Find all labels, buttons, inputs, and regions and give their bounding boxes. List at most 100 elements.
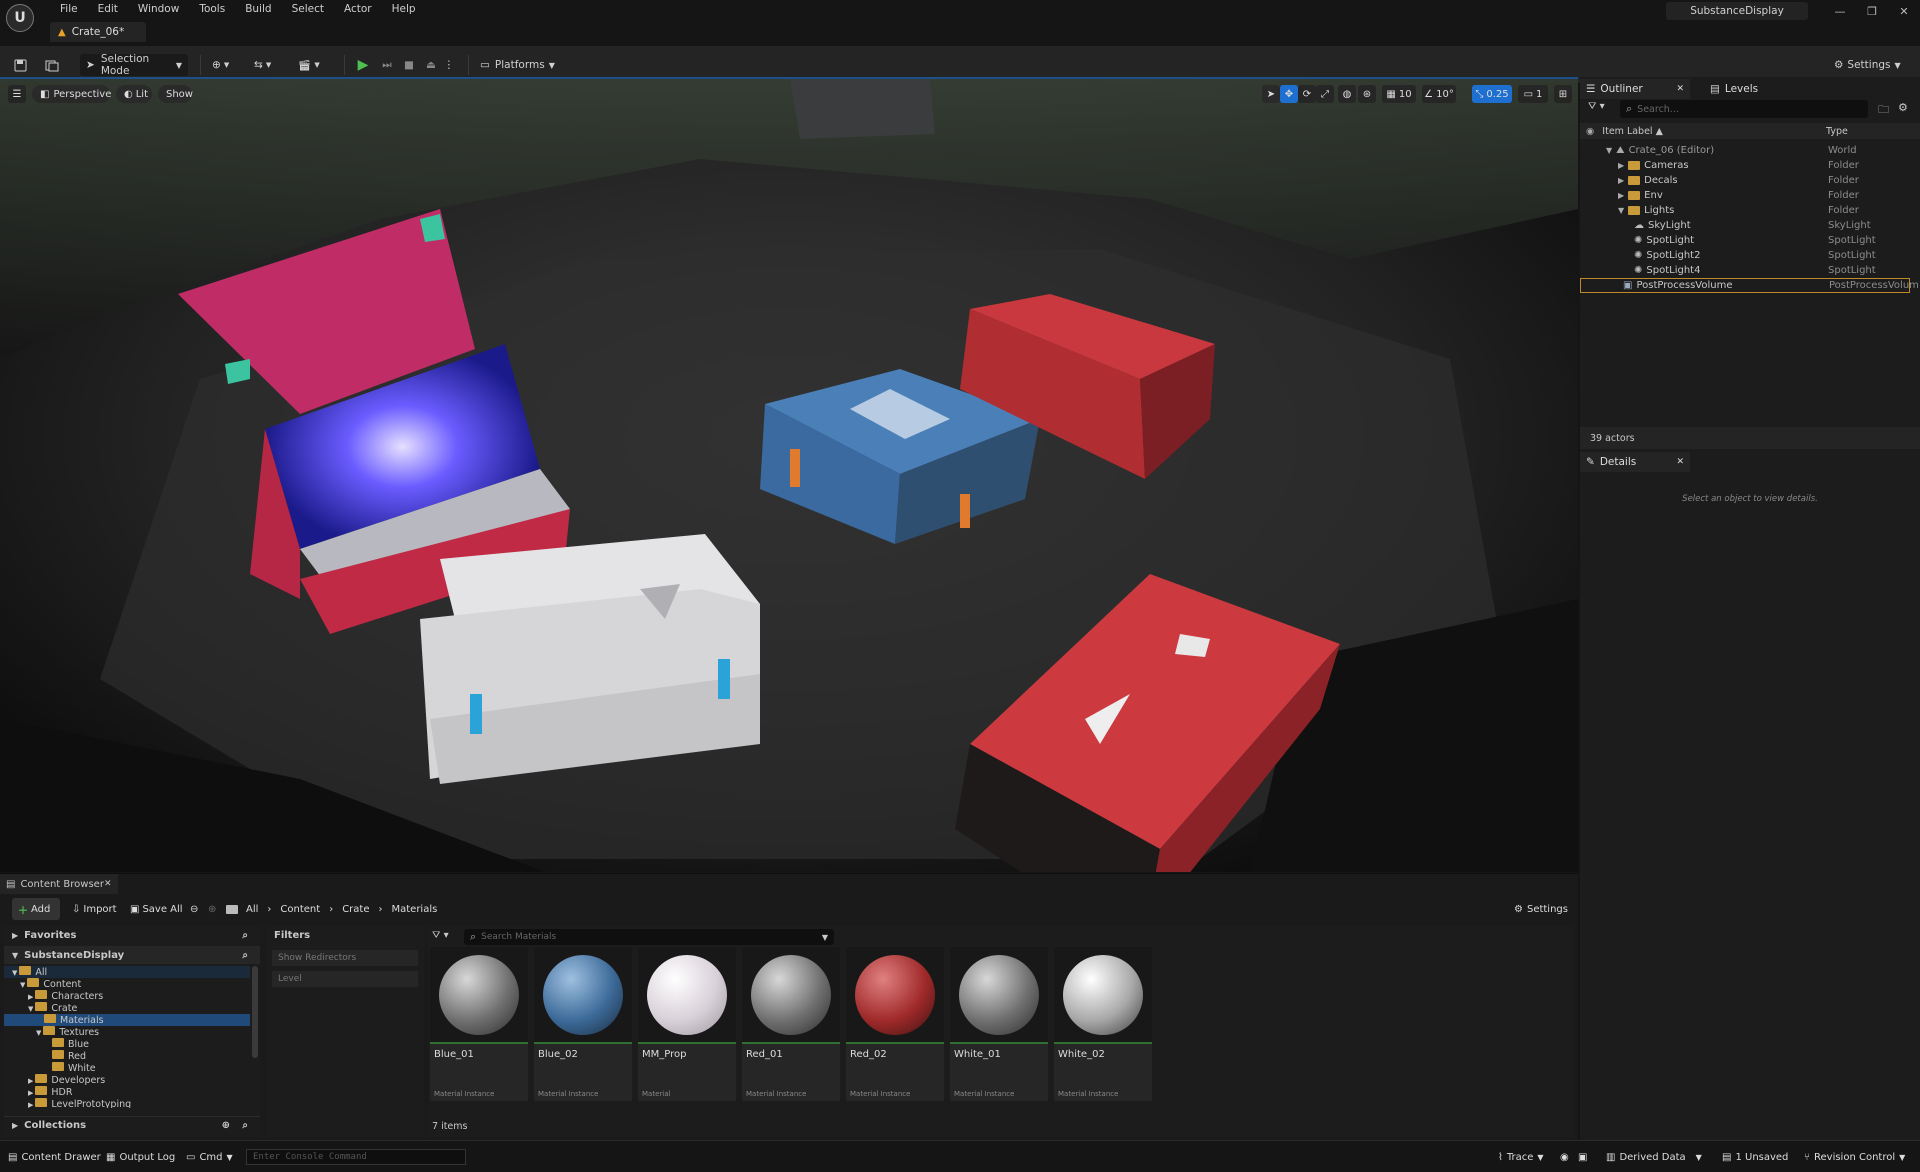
breadcrumb-content[interactable]: Content [280,904,320,915]
tree-item-characters[interactable]: ▶ Characters [4,990,250,1002]
close-icon[interactable]: ✕ [104,879,112,889]
console-input[interactable]: Enter Console Command [246,1149,466,1165]
surface-snap-icon[interactable]: ⊛ [1358,85,1376,103]
gear-icon[interactable]: ⚙ [1898,101,1908,114]
add-button[interactable]: ＋ Add [12,898,60,920]
tree-item-materials[interactable]: Materials [4,1014,250,1026]
stop-icon[interactable]: ■ [400,54,418,76]
revision-control-button[interactable]: ⑂ Revision Control ▼ [1804,1149,1905,1165]
level-tab[interactable]: ▲ Crate_06* [50,22,146,42]
breadcrumb-materials[interactable]: Materials [391,904,437,915]
save-all-button[interactable]: ▣ Save All [130,898,183,920]
play-icon[interactable]: ▶ [354,54,372,76]
world-local-icon[interactable]: ◍ [1338,85,1356,103]
column-type[interactable]: Type [1826,126,1848,137]
asset-tile[interactable]: White_02 Material Instance [1054,947,1152,1101]
cmd-dropdown[interactable]: ▭ Cmd ▼ [186,1149,233,1165]
filter-level[interactable]: Level [272,971,418,987]
rotate-tool-icon[interactable]: ⟳ [1298,85,1316,103]
blueprint-icon[interactable]: ⇆ ▼ [254,54,288,76]
tree-row-world[interactable]: ▼ ⛰ Crate_06 (Editor) World [1580,143,1920,158]
tree-row-cameras[interactable]: ▶ Cameras Folder [1580,158,1920,173]
cb-settings-button[interactable]: ⚙ Settings [1514,898,1568,920]
asset-tile[interactable]: Blue_02 Material Instance [534,947,632,1101]
asset-search-input[interactable]: ⌕ Search Materials ▼ [464,929,834,945]
tree-item-content[interactable]: ▼ Content [4,978,250,990]
grid-snap-button[interactable]: ▦ 10 [1382,85,1416,103]
lit-button[interactable]: ◐ Lit [116,85,152,103]
tree-row-postprocess[interactable]: ▣ PostProcessVolume PostProcessVolum [1580,278,1919,293]
tree-item-white[interactable]: White [4,1062,250,1074]
tree-item-red[interactable]: Red [4,1050,250,1062]
search-icon[interactable]: ⌕ [242,1120,248,1131]
record-icon[interactable]: ◉ [1560,1149,1569,1165]
menu-file[interactable]: File [50,2,88,17]
levels-tab[interactable]: ▤ Levels [1704,79,1784,99]
tree-row-decals[interactable]: ▶ Decals Folder [1580,173,1920,188]
tree-item-hdr[interactable]: ▶ HDR [4,1086,250,1098]
save-icon[interactable] [10,54,30,76]
menu-window[interactable]: Window [128,2,189,17]
content-browser-tab[interactable]: ▤ Content Browser ✕ [0,874,118,894]
more-options-icon[interactable]: ⋮ [444,54,455,76]
tree-item-levelprototyping[interactable]: ▶ LevelPrototyping [4,1098,250,1108]
layout-icon[interactable]: ⊞ [1554,85,1572,103]
asset-tile[interactable]: Red_02 Material Instance [846,947,944,1101]
tree-item-crate[interactable]: ▼ Crate [4,1002,250,1014]
tree-item-textures[interactable]: ▼ Textures [4,1026,250,1038]
asset-tile[interactable]: Red_01 Material Instance [742,947,840,1101]
derived-data-dropdown[interactable]: ▥ Derived Data ▼ [1606,1149,1702,1165]
tree-row-spotlight[interactable]: ✺ SpotLight SpotLight [1580,233,1920,248]
details-tab[interactable]: ✎ Details ✕ [1580,452,1690,472]
restore-icon[interactable]: ❐ [1856,0,1888,22]
tree-row-env[interactable]: ▶ Env Folder [1580,188,1920,203]
outliner-tab[interactable]: ☰ Outliner ✕ [1580,79,1690,99]
output-log-button[interactable]: ▦ Output Log [106,1149,175,1165]
filter-icon[interactable]: ⛛ ▾ [1588,101,1616,117]
minimize-icon[interactable]: — [1824,0,1856,22]
filter-show-redirectors[interactable]: Show Redirectors [272,950,418,966]
scale-tool-icon[interactable]: ⤢ [1316,85,1334,103]
unreal-logo-icon[interactable]: U [6,4,34,32]
select-tool-icon[interactable]: ➤ [1262,85,1280,103]
breadcrumb-all[interactable]: All [246,904,258,915]
eject-icon[interactable]: ⏏ [422,54,440,76]
browse-icon[interactable] [42,54,62,76]
menu-tools[interactable]: Tools [189,2,235,17]
cinematics-icon[interactable]: 🎬︎ ▼ [298,54,332,76]
scale-snap-button[interactable]: ⤡ 0.25 [1472,85,1512,103]
add-collection-icon[interactable]: ⊕ [222,1120,230,1131]
show-button[interactable]: Show [158,85,193,103]
column-item-label[interactable]: Item Label ▲ [1602,126,1663,137]
menu-edit[interactable]: Edit [88,2,128,17]
tree-item-all[interactable]: ▼ All [4,966,250,978]
step-icon[interactable]: ⏭ [378,54,396,76]
tree-scrollbar[interactable] [252,966,258,1058]
rotation-snap-button[interactable]: ∠ 10° [1422,85,1456,103]
tree-row-skylight[interactable]: ☁ SkyLight SkyLight [1580,218,1920,233]
tree-row-spotlight2[interactable]: ✺ SpotLight2 SpotLight [1580,248,1920,263]
camera-speed-button[interactable]: ▭ 1 [1518,85,1548,103]
tree-row-spotlight4[interactable]: ✺ SpotLight4 SpotLight [1580,263,1920,278]
add-folder-icon[interactable]: 🗀︎ [1878,101,1889,120]
trace-dropdown[interactable]: ⌇ Trace ▼ [1498,1149,1544,1165]
project-header[interactable]: ▼ SubstanceDisplay ⌕ [4,946,260,964]
selection-mode-dropdown[interactable]: ➤ Selection Mode ▼ [80,53,188,77]
breadcrumb-crate[interactable]: Crate [342,904,369,915]
menu-select[interactable]: Select [282,2,334,17]
unsaved-button[interactable]: ▤ 1 Unsaved [1722,1149,1788,1165]
menu-help[interactable]: Help [382,2,426,17]
perspective-button[interactable]: ◧ Perspective [32,85,111,103]
close-icon[interactable]: ✕ [1676,457,1684,467]
settings-button[interactable]: ⚙ Settings ▼ [1834,54,1906,76]
close-icon[interactable]: ✕ [1888,0,1920,22]
tree-item-developers[interactable]: ▶ Developers [4,1074,250,1086]
import-button[interactable]: ⇩ Import [72,898,117,920]
history-forward-icon[interactable]: ⊕ [208,898,216,920]
tree-row-lights[interactable]: ▼ Lights Folder [1580,203,1920,218]
collections-header[interactable]: ▶ Collections ⊕ ⌕ [4,1116,260,1134]
tree-item-blue[interactable]: Blue [4,1038,250,1050]
content-drawer-button[interactable]: ▤ Content Drawer [8,1149,101,1165]
history-back-icon[interactable]: ⊖ [190,898,198,920]
platforms-dropdown[interactable]: ▭ Platforms ▼ [480,54,556,76]
